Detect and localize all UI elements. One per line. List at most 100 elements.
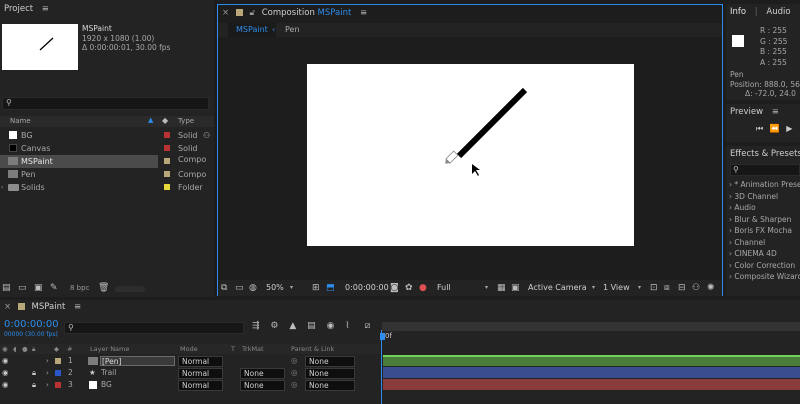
effects-item[interactable]: › Blur & Sharpen	[729, 214, 800, 226]
col-name[interactable]: Name	[10, 117, 31, 125]
safe-margins-icon[interactable]: ⊞	[312, 280, 320, 296]
col-layer-name[interactable]: Layer Name	[90, 344, 129, 354]
trash-icon[interactable]: 🗑	[98, 283, 109, 293]
col-trkmat[interactable]: TrkMat	[242, 344, 264, 354]
breadcrumb-item-pen[interactable]: Pen	[285, 23, 300, 37]
composition-viewer[interactable]	[218, 38, 722, 279]
zoom-select[interactable]: 50%	[266, 280, 284, 296]
layer-name[interactable]: BG	[101, 379, 112, 391]
frame-blending-icon[interactable]: ▤	[307, 321, 316, 331]
layer-row[interactable]: ◉ 🔒︎ › 2 ★ Trail Normal None ◎ None	[0, 367, 380, 379]
project-item[interactable]: BG Solid ⚇	[0, 129, 214, 142]
thumbnail-slider[interactable]	[115, 286, 145, 292]
chevron-right-icon[interactable]: ›	[46, 367, 49, 379]
pickwhip-icon[interactable]: ◎	[291, 355, 298, 367]
interpret-footage-icon[interactable]: ▤	[2, 283, 11, 293]
breadcrumb-item-mspaint[interactable]: MSPaint	[228, 23, 276, 37]
effects-item[interactable]: › Audio	[729, 202, 800, 214]
effects-item[interactable]: › CINEMA 4D	[729, 248, 800, 260]
project-item[interactable]: Pen Compo	[0, 168, 214, 181]
audio-tab[interactable]: Audio	[766, 7, 790, 17]
motion-blur-icon[interactable]: ◉	[327, 321, 335, 331]
work-area-bar[interactable]	[382, 322, 800, 331]
graph-editor-icon[interactable]: ⌇	[345, 321, 349, 331]
panel-menu-icon[interactable]: ≡	[360, 5, 367, 21]
track-matte-select[interactable]: None	[240, 368, 285, 379]
composition-tab[interactable]: × 🔓︎ Composition MSPaint ≡	[218, 5, 722, 21]
first-frame-icon[interactable]: ⏮	[756, 124, 763, 133]
project-search-input[interactable]: ⚲	[2, 97, 209, 110]
lock-icon[interactable]: 🔒︎	[32, 379, 36, 391]
graph-editor-toggle-icon[interactable]: ⧄	[365, 321, 371, 331]
preview-tab[interactable]: Preview ≡	[726, 104, 800, 120]
close-icon[interactable]: ×	[222, 8, 229, 18]
reset-exposure-icon[interactable]: ✺	[707, 280, 715, 296]
layer-row[interactable]: ◉ 🔒︎ › 3 BG Normal None ◎ None	[0, 379, 380, 391]
view-layout-select[interactable]: 1 View	[603, 280, 630, 296]
layer-row[interactable]: ◉ › 1 [Pen] Normal ◎ None	[0, 355, 380, 367]
time-ruler[interactable]: 0f	[380, 322, 800, 354]
color-channel-icon[interactable]: ●	[419, 280, 427, 296]
lock-icon[interactable]: 🔓︎	[250, 8, 256, 18]
project-item[interactable]: Canvas Solid	[0, 142, 214, 155]
chevron-right-icon[interactable]: ›	[1, 181, 3, 194]
pickwhip-icon[interactable]: ◎	[291, 367, 298, 379]
track-matte-select[interactable]: None	[240, 380, 285, 391]
panel-menu-icon[interactable]: ≡	[42, 0, 49, 18]
new-folder-icon[interactable]: ▭	[18, 283, 27, 293]
project-item-selected[interactable]: MSPaint	[0, 155, 158, 168]
layer-name[interactable]: [Pen]	[100, 356, 175, 366]
fast-preview-icon[interactable]: ⧈	[664, 280, 670, 296]
effects-item[interactable]: › Composite Wizard	[729, 271, 800, 283]
camera-select[interactable]: Active Camera	[528, 280, 587, 296]
col-mode[interactable]: Mode	[180, 344, 198, 354]
project-tab[interactable]: Project ≡	[0, 0, 214, 18]
parent-select[interactable]: None	[305, 356, 355, 367]
close-icon[interactable]: ×	[4, 302, 11, 312]
effects-item[interactable]: › 3D Channel	[729, 191, 800, 203]
previous-frame-icon[interactable]: ⏪	[770, 124, 780, 133]
pen-tool-icon[interactable]: ✎	[50, 283, 58, 293]
toggle-pixel-aspect-icon[interactable]: ⊡	[650, 280, 658, 296]
fast-previews-icon[interactable]: ▣	[511, 280, 520, 296]
layer-bar-bg[interactable]	[383, 379, 800, 390]
transparency-grid-icon[interactable]: ▦	[497, 280, 506, 296]
composition-canvas[interactable]	[307, 64, 634, 246]
bit-depth-button[interactable]: 8 bpc	[70, 284, 89, 292]
blend-mode-select[interactable]: Normal	[178, 380, 223, 391]
chevron-right-icon[interactable]: ›	[46, 379, 49, 391]
eye-icon[interactable]: ◉	[2, 379, 9, 391]
chevron-right-icon[interactable]: ›	[46, 355, 49, 367]
blend-mode-select[interactable]: Normal	[178, 368, 223, 379]
resolution-select[interactable]: Full	[437, 280, 451, 296]
show-channel-icon[interactable]: ✿	[405, 280, 413, 296]
region-of-interest-icon[interactable]: ⬒	[326, 280, 335, 296]
new-composition-icon[interactable]: ▣	[34, 283, 43, 293]
always-preview-icon[interactable]: ⧉	[221, 280, 227, 296]
effects-item[interactable]: › Channel	[729, 237, 800, 249]
blend-mode-select[interactable]: Normal	[178, 356, 223, 367]
viewer-timecode[interactable]: 0:00:00:00	[345, 280, 389, 296]
composition-mini-flowchart-icon[interactable]: ⇶	[252, 321, 260, 331]
draft-3d-icon[interactable]: ⚙	[270, 321, 278, 331]
mask-visibility-icon[interactable]: ◍	[249, 280, 257, 296]
parent-select[interactable]: None	[305, 368, 355, 379]
layer-name[interactable]: Trail	[101, 367, 116, 379]
lock-icon[interactable]: 🔒︎	[32, 367, 36, 379]
panel-menu-icon[interactable]: ≡	[772, 104, 779, 120]
camera-snapshot-icon[interactable]: ◙	[390, 280, 399, 296]
effects-item[interactable]: › Color Correction	[729, 260, 800, 272]
info-tab[interactable]: Info	[730, 7, 746, 17]
project-item[interactable]: › Solids Folder	[0, 181, 214, 194]
effects-tab[interactable]: Effects & Presets ≡	[726, 146, 800, 175]
timeline-timecode[interactable]: 0:00:00:00	[4, 319, 59, 330]
timeline-tab[interactable]: × MSPaint ≡	[0, 300, 800, 315]
pickwhip-icon[interactable]: ◎	[291, 379, 298, 391]
timeline-search-input[interactable]: ⚲	[64, 322, 244, 334]
layer-bar-trail[interactable]	[383, 367, 800, 378]
shy-layers-icon[interactable]: ▲	[289, 321, 296, 331]
flowchart-icon[interactable]: ⚇	[203, 129, 210, 142]
eye-icon[interactable]: ◉	[2, 367, 9, 379]
monitor-icon[interactable]: ▭	[235, 280, 244, 296]
timeline-icon[interactable]: ⊟	[678, 280, 686, 296]
